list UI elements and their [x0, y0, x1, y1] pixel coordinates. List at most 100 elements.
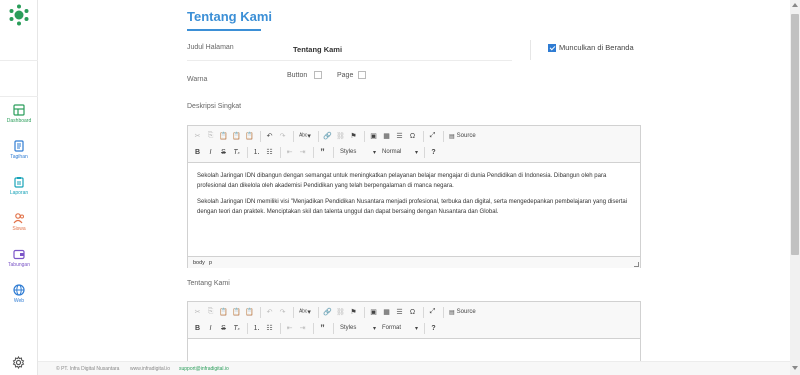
cut-icon[interactable]: ✂: [192, 307, 203, 318]
anchor-icon[interactable]: ⚑: [348, 131, 359, 142]
table-icon[interactable]: ▦: [381, 131, 392, 142]
horizontal-rule-icon[interactable]: ☰: [394, 307, 405, 318]
editor-content[interactable]: Sekolah Jaringan IDN dibangun dengan sem…: [188, 163, 640, 256]
page-color-checkbox[interactable]: [358, 71, 366, 79]
remove-format-icon[interactable]: Tx: [231, 147, 242, 158]
sidebar-item-tagihan[interactable]: Tagihan: [0, 140, 38, 174]
format-dropdown[interactable]: Normal ▾: [379, 147, 421, 158]
bold-icon[interactable]: B: [192, 147, 203, 158]
indent-icon[interactable]: ⇥: [297, 323, 308, 334]
gear-icon[interactable]: [12, 356, 25, 369]
toolbar-separator: [318, 130, 319, 142]
help-icon[interactable]: ?: [428, 147, 439, 158]
special-char-icon[interactable]: Ω: [407, 131, 418, 142]
special-char-icon[interactable]: Ω: [407, 307, 418, 318]
blockquote-icon[interactable]: ”: [317, 323, 328, 334]
cut-icon[interactable]: ✂: [192, 131, 203, 142]
button-color-checkbox[interactable]: [314, 71, 322, 79]
footer-email[interactable]: support@infradigital.io: [179, 366, 229, 372]
strike-icon[interactable]: S: [218, 147, 229, 158]
numbered-list-icon[interactable]: ⒈: [251, 323, 262, 334]
maximize-icon[interactable]: ⤢: [427, 131, 438, 142]
footer-website[interactable]: www.infradigital.io: [130, 366, 170, 372]
sidebar-item-siswa[interactable]: Siswa: [0, 212, 38, 246]
indent-icon[interactable]: ⇥: [297, 147, 308, 158]
styles-dropdown[interactable]: Styles ▾: [337, 147, 379, 158]
paste-text-icon[interactable]: 📋: [231, 307, 242, 318]
judul-label: Judul Halaman: [187, 44, 234, 51]
remove-format-icon[interactable]: Tx: [231, 323, 242, 334]
outdent-icon[interactable]: ⇤: [284, 147, 295, 158]
editor-content[interactable]: [188, 339, 640, 355]
paste-word-icon[interactable]: 📋: [244, 307, 255, 318]
undo-icon[interactable]: ↶: [264, 307, 275, 318]
blockquote-icon[interactable]: ”: [317, 147, 328, 158]
format-dropdown[interactable]: Format ▾: [379, 323, 421, 334]
redo-icon[interactable]: ↷: [277, 307, 288, 318]
scroll-up-icon[interactable]: [792, 3, 798, 7]
horizontal-rule-icon[interactable]: ☰: [394, 131, 405, 142]
link-icon[interactable]: 🔗: [322, 131, 333, 142]
toolbar-separator: [293, 130, 294, 142]
source-button[interactable]: ▤ Source: [447, 133, 478, 140]
toolbar-separator: [333, 322, 334, 334]
sidebar: Dashboard Tagihan Laporan Siswa Tabungan…: [0, 0, 38, 375]
bold-icon[interactable]: B: [192, 323, 203, 334]
title-underline: [187, 29, 261, 31]
sidebar-item-label: Tabungan: [8, 262, 30, 268]
link-icon[interactable]: 🔗: [322, 307, 333, 318]
image-icon[interactable]: ▣: [368, 131, 379, 142]
maximize-icon[interactable]: ⤢: [427, 307, 438, 318]
bulleted-list-icon[interactable]: ☷: [264, 147, 275, 158]
format-value: Format: [382, 325, 402, 331]
image-icon[interactable]: ▣: [368, 307, 379, 318]
italic-icon[interactable]: I: [205, 323, 216, 334]
scroll-down-icon[interactable]: [792, 366, 798, 370]
sidebar-item-laporan[interactable]: Laporan: [0, 176, 38, 210]
styles-label: Styles: [340, 149, 357, 155]
copy-icon[interactable]: ⎘: [205, 307, 216, 318]
table-icon[interactable]: ▦: [381, 307, 392, 318]
deskripsi-label: Deskripsi Singkat: [187, 103, 242, 110]
editor-toolbar: ✂ ⎘ 📋 📋 📋 ↶ ↷ ᴬᵇᶜ▾ 🔗 ⛓ ⚑ ▣ ▦ ☰ Ω ⤢ ▤ Sou…: [188, 126, 640, 163]
styles-label: Styles: [340, 325, 357, 331]
paste-icon[interactable]: 📋: [218, 307, 229, 318]
spellcheck-icon[interactable]: ᴬᵇᶜ▾: [297, 307, 313, 318]
styles-dropdown[interactable]: Styles ▾: [337, 323, 379, 334]
paragraph: Sekolah Jaringan IDN dibangun dengan sem…: [197, 173, 607, 189]
toolbar-separator: [293, 306, 294, 318]
unlink-icon[interactable]: ⛓: [335, 131, 346, 142]
sidebar-item-web[interactable]: Web: [0, 284, 38, 318]
chevron-down-icon: ▾: [372, 325, 376, 332]
undo-icon[interactable]: ↶: [264, 131, 275, 142]
paste-text-icon[interactable]: 📋: [231, 131, 242, 142]
sidebar-item-tabungan[interactable]: Tabungan: [0, 248, 38, 282]
paste-word-icon[interactable]: 📋: [244, 131, 255, 142]
italic-icon[interactable]: I: [205, 147, 216, 158]
unlink-icon[interactable]: ⛓: [335, 307, 346, 318]
redo-icon[interactable]: ↷: [277, 131, 288, 142]
paste-icon[interactable]: 📋: [218, 131, 229, 142]
bulleted-list-icon[interactable]: ☷: [264, 323, 275, 334]
judul-input[interactable]: Tentang Kami: [293, 45, 342, 54]
strike-icon[interactable]: S: [218, 323, 229, 334]
toolbar-separator: [313, 146, 314, 158]
chevron-down-icon: ▾: [414, 325, 418, 332]
warna-label: Warna: [187, 76, 208, 83]
path-p[interactable]: p: [209, 260, 212, 266]
spellcheck-icon[interactable]: ᴬᵇᶜ▾: [297, 131, 313, 142]
show-home-checkbox[interactable]: [548, 44, 556, 52]
toolbar-separator: [247, 322, 248, 334]
help-icon[interactable]: ?: [428, 323, 439, 334]
sidebar-item-dashboard[interactable]: Dashboard: [0, 104, 38, 138]
globe-icon: [13, 284, 25, 296]
source-button[interactable]: ▤ Source: [447, 309, 478, 316]
path-body[interactable]: body: [193, 260, 205, 266]
scroll-thumb[interactable]: [791, 14, 799, 255]
resize-handle[interactable]: [634, 262, 639, 267]
outdent-icon[interactable]: ⇤: [284, 323, 295, 334]
anchor-icon[interactable]: ⚑: [348, 307, 359, 318]
numbered-list-icon[interactable]: ⒈: [251, 147, 262, 158]
scrollbar[interactable]: [790, 0, 800, 375]
copy-icon[interactable]: ⎘: [205, 131, 216, 142]
